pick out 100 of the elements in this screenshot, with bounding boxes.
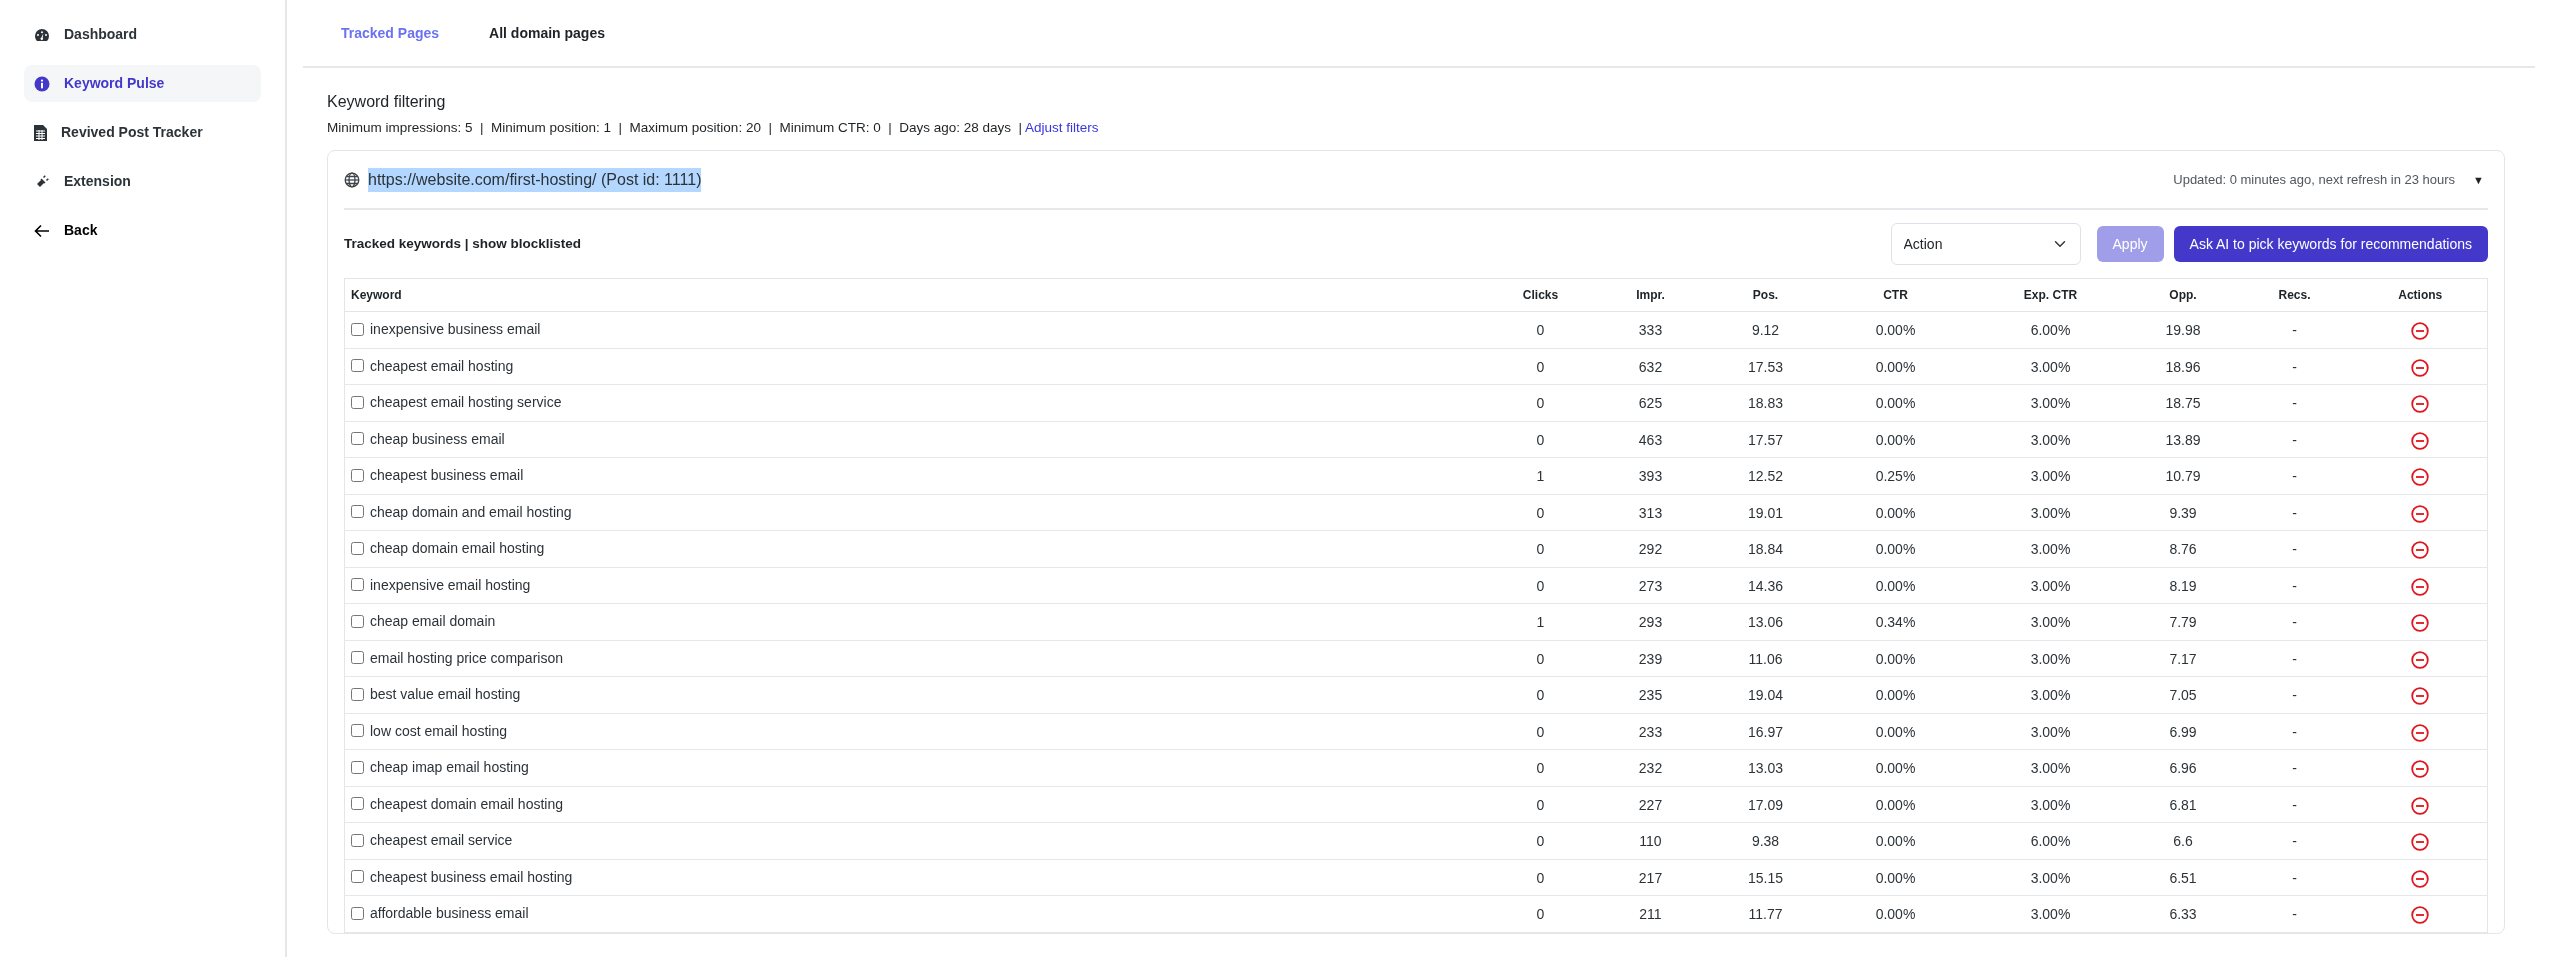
remove-icon[interactable]: [2411, 577, 2430, 596]
row-checkbox[interactable]: [351, 359, 364, 373]
table-cell: 0.00%: [1875, 395, 1916, 411]
keyword-text: cheapest email hosting: [370, 356, 514, 376]
row-checkbox[interactable]: [351, 760, 364, 774]
table-cell: 13.06: [1747, 614, 1783, 630]
table-cell: 0.00%: [1875, 723, 1916, 740]
table-cell: 0: [1536, 650, 1545, 667]
remove-icon[interactable]: [2411, 723, 2430, 742]
table-cell: -: [2292, 614, 2297, 630]
table-cell: 0.00%: [1875, 322, 1916, 338]
column-header: Clicks: [1490, 278, 1591, 312]
table-cell: -: [2292, 650, 2297, 667]
remove-icon[interactable]: [2411, 687, 2430, 706]
tab[interactable]: Tracked Pages: [327, 18, 454, 48]
table-cell: 232: [1638, 760, 1663, 776]
row-checkbox[interactable]: [351, 687, 364, 701]
page-url: https://website.com/first-hosting/ (Post id: 1111): [368, 167, 702, 192]
remove-icon[interactable]: [2411, 650, 2430, 669]
row-checkbox[interactable]: [351, 578, 364, 592]
table-cell: 6.6: [2173, 833, 2193, 849]
row-checkbox[interactable]: [351, 322, 364, 336]
table-cell: 17.57: [1747, 431, 1783, 448]
table-cell: 625: [1638, 395, 1663, 411]
table-cell: 632: [1638, 358, 1663, 375]
remove-icon[interactable]: [2411, 541, 2430, 560]
table-cell: -: [2292, 358, 2297, 375]
row-checkbox[interactable]: [351, 541, 364, 555]
sidebar-item[interactable]: Keyword Pulse: [24, 65, 261, 102]
row-checkbox[interactable]: [351, 395, 364, 409]
table-cell: 0: [1536, 358, 1545, 375]
table-cell: 0.34%: [1875, 614, 1916, 630]
keyword-text: inexpensive email hosting: [370, 575, 531, 595]
remove-icon[interactable]: [2411, 358, 2430, 377]
row-checkbox[interactable]: [351, 870, 364, 884]
table-cell: 227: [1638, 796, 1663, 813]
row-checkbox[interactable]: [351, 468, 364, 482]
action-select[interactable]: Action: [1890, 223, 2081, 266]
remove-icon[interactable]: [2411, 468, 2430, 487]
back-arrow-icon: [34, 223, 50, 238]
adjust-filters-link[interactable]: Adjust filters: [1025, 120, 1099, 135]
keyword-text: cheapest domain email hosting: [370, 794, 563, 814]
table-cell: 235: [1638, 687, 1663, 703]
remove-icon[interactable]: [2411, 906, 2430, 925]
tab[interactable]: All domain pages: [475, 18, 619, 48]
table-cell: 9.12: [1751, 322, 1780, 338]
remove-icon[interactable]: [2411, 395, 2430, 414]
column-header: CTR: [1820, 278, 1971, 312]
table-cell: 6.00%: [2030, 833, 2071, 849]
row-checkbox[interactable]: [351, 724, 364, 738]
row-checkbox[interactable]: [351, 614, 364, 628]
table-cell: 0.00%: [1875, 504, 1916, 521]
table-cell: -: [2292, 760, 2297, 776]
row-checkbox[interactable]: [351, 432, 364, 446]
row-checkbox[interactable]: [351, 833, 364, 847]
remove-icon[interactable]: [2411, 614, 2430, 633]
table-cell: 3.00%: [2030, 906, 2071, 922]
table-cell: 0.25%: [1875, 468, 1916, 484]
row-checkbox[interactable]: [351, 505, 364, 519]
remove-icon[interactable]: [2411, 504, 2430, 523]
keyword-text: cheap imap email hosting: [370, 758, 529, 778]
sidebar-item[interactable]: Back: [24, 212, 261, 249]
remove-icon[interactable]: [2411, 833, 2430, 852]
table-cell: 3.00%: [2030, 687, 2071, 703]
remove-icon[interactable]: [2411, 431, 2430, 450]
keyword-text: email hosting price comparison: [370, 648, 563, 668]
table-cell: 0: [1536, 431, 1545, 448]
remove-icon[interactable]: [2411, 760, 2430, 779]
table-cell: 6.96: [2169, 760, 2197, 776]
table-cell: 13.89: [2165, 431, 2201, 448]
column-header: Recs.: [2235, 278, 2354, 312]
keyword-text: cheapest business email hosting: [370, 867, 573, 887]
table-cell: 0: [1536, 796, 1545, 813]
remove-icon[interactable]: [2411, 322, 2430, 341]
table-cell: 10.79: [2165, 468, 2201, 484]
table-cell: 19.01: [1747, 504, 1783, 521]
table-cell: 3.00%: [2030, 358, 2071, 375]
sidebar-item[interactable]: Extension: [24, 163, 261, 200]
table-cell: 0.00%: [1875, 541, 1916, 557]
table-cell: 0.00%: [1875, 833, 1916, 849]
table-cell: 239: [1638, 650, 1663, 667]
remove-icon[interactable]: [2411, 796, 2430, 815]
column-header: Actions: [2353, 278, 2488, 312]
table-cell: 16.97: [1747, 723, 1783, 740]
row-checkbox[interactable]: [351, 651, 364, 665]
table-cell: 3.00%: [2030, 504, 2071, 521]
table-cell: 0: [1536, 395, 1545, 411]
sidebar-item[interactable]: Revived Post Tracker: [24, 114, 261, 151]
section-title: Keyword filtering: [327, 92, 447, 112]
column-header: Pos.: [1710, 278, 1821, 312]
globe-icon: [344, 171, 360, 188]
table-cell: 0.00%: [1875, 431, 1916, 448]
sidebar-item[interactable]: Dashboard: [24, 16, 261, 53]
collapse-toggle[interactable]: ▼: [2469, 171, 2488, 188]
table-cell: 14.36: [1747, 577, 1783, 594]
row-checkbox[interactable]: [351, 797, 364, 811]
remove-icon[interactable]: [2411, 869, 2430, 888]
table-cell: -: [2292, 869, 2297, 886]
row-checkbox[interactable]: [351, 906, 364, 920]
ask-ai-button[interactable]: Ask AI to pick keywords for recommendations: [2173, 226, 2488, 263]
